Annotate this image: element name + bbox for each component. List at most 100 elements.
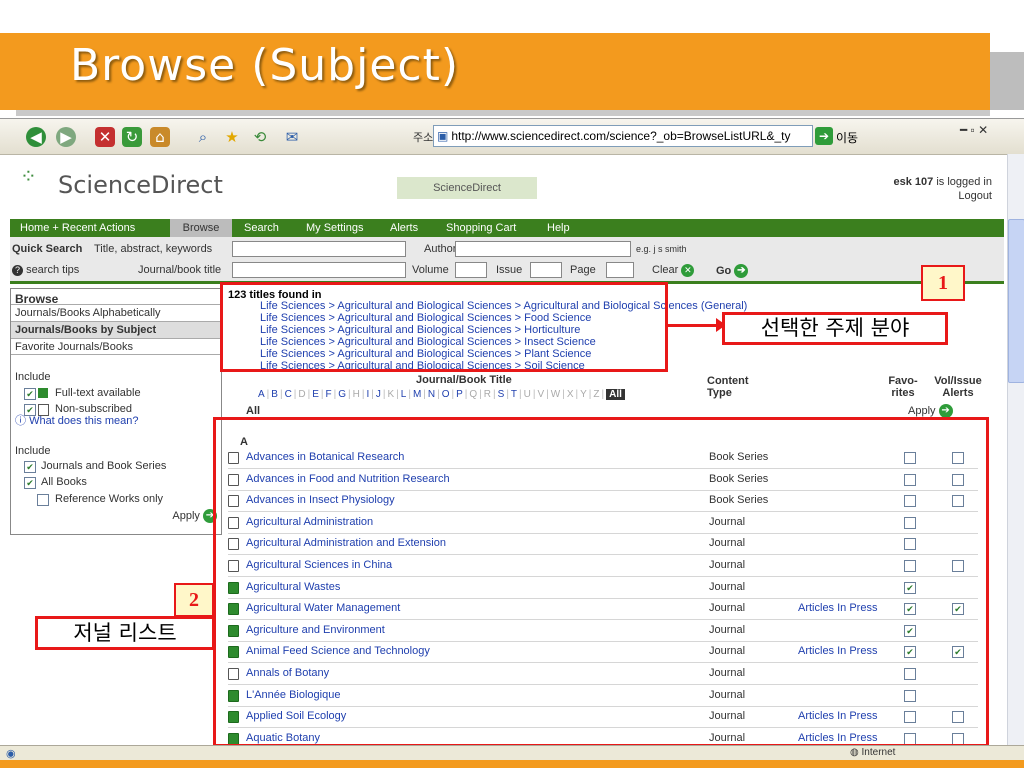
home-icon[interactable]: ⌂ [150,127,170,147]
page-status-icon: ◉ [6,748,16,760]
reference-works-checkbox[interactable] [37,494,49,506]
browser-status-bar: ◉ ◍ Internet [0,745,1024,761]
window-controls[interactable]: ━ ▫ ✕ [960,123,988,137]
browser-toolbar: ◀ ▶ ✕ ↻ ⌂ ⌕ ★ ⟲ ✉ 주소(D) ▣ http://www.scie… [0,119,1024,155]
forward-icon[interactable]: ▶ [56,127,76,147]
scrollbar-thumb[interactable] [1008,219,1024,383]
fulltext-checkbox[interactable]: ✔ [24,388,36,400]
refresh-icon[interactable]: ↻ [122,127,142,147]
all-label: All [246,405,261,417]
issue-input[interactable] [530,262,562,278]
apply-text[interactable]: Apply [172,510,200,522]
quick-search-label: Quick Search [12,243,83,255]
letter-link[interactable]: U [524,389,531,400]
letter-link[interactable]: T [511,389,517,400]
annotation-number-2: 2 [174,583,214,617]
what-does-this-mean-link[interactable]: ⓘ What does this mean? [11,413,221,430]
letter-link[interactable]: E [312,389,319,400]
address-bar[interactable]: ▣ http://www.sciencedirect.com/science?_o… [433,125,813,147]
page-icon: ▣ [437,129,449,143]
annotation-number-1: 1 [921,265,965,301]
list-apply-text[interactable]: Apply [908,405,936,417]
history-icon[interactable]: ⟲ [250,127,270,147]
go-text[interactable]: Go [716,265,731,277]
letter-link[interactable]: W [551,389,560,400]
author-input[interactable] [455,241,631,257]
page-input[interactable] [606,262,634,278]
clear-button[interactable]: Clear ✕ [652,264,695,277]
letter-link[interactable]: Y [580,389,587,400]
nav-home[interactable]: Home + Recent Actions [20,222,135,234]
journals-series-checkbox[interactable]: ✔ [24,461,36,473]
help-icon: ? [12,265,23,276]
letter-link[interactable]: V [537,389,544,400]
nav-search[interactable]: Search [244,222,279,234]
mail-icon[interactable]: ✉ [282,127,302,147]
letter-link[interactable]: K [387,389,394,400]
clear-label[interactable]: Clear [652,264,678,276]
letter-link[interactable]: I [366,389,369,400]
user-name: esk 107 [893,176,934,188]
search-tips-text[interactable]: search tips [26,264,79,276]
journal-title-input[interactable] [232,262,406,278]
column-header-content-type: Content Type [707,375,749,399]
nav-alerts[interactable]: Alerts [390,222,418,234]
letter-link[interactable]: M [413,389,421,400]
nav-browse[interactable]: Browse [170,219,232,237]
letter-link[interactable]: Z [593,389,599,400]
all-books-checkbox[interactable]: ✔ [24,477,36,489]
list-apply-arrow-icon[interactable]: ➔ [938,404,953,418]
letter-link[interactable]: J [376,389,381,400]
search-icon[interactable]: ⌕ [193,127,213,147]
slide-bottom-strip [0,760,1024,768]
address-url[interactable]: http://www.sciencedirect.com/science?_ob… [451,129,790,143]
list-apply-button[interactable]: Apply ➔ [908,404,953,418]
letter-link[interactable]: R [484,389,491,400]
page-label: Page [570,264,596,276]
letter-link[interactable]: B [271,389,278,400]
letter-link[interactable]: L [401,389,407,400]
nav-my-settings[interactable]: My Settings [306,222,363,234]
letter-link[interactable]: N [428,389,435,400]
search-tips-link[interactable]: ? search tips [12,264,79,276]
letter-link[interactable]: G [338,389,346,400]
stop-icon[interactable]: ✕ [95,127,115,147]
all-books-label: All Books [41,476,87,488]
back-icon[interactable]: ◀ [26,127,46,147]
letter-link[interactable]: S [498,389,505,400]
letter-link[interactable]: A [258,389,265,400]
letter-link[interactable]: D [298,389,305,400]
letter-link[interactable]: All [606,389,625,400]
letter-link[interactable]: C [285,389,292,400]
sidebar-apply-button[interactable]: Apply ➔ [11,508,221,525]
sidebar-item-favorites[interactable]: Favorite Journals/Books [11,338,221,355]
go-arrow-icon[interactable]: ➔ [815,127,833,145]
help-icon: ⓘ [15,415,26,427]
what-mean-text[interactable]: What does this mean? [29,415,138,427]
browse-sidebar: Browse Journals/Books Alphabetically Jou… [10,288,222,535]
column-header-title[interactable]: Journal/Book Title [416,374,512,386]
letter-index: A | B | C | D | E | F | G | H | I | J | K | L | M | N | O | P | Q | R | S | T |… [256,389,627,400]
sciencedirect-logo[interactable]: ScienceDirect [58,171,223,199]
letter-link[interactable]: H [353,389,360,400]
letter-link[interactable]: P [456,389,463,400]
go-arrow-circle-icon[interactable]: ➔ [734,264,749,278]
volume-input[interactable] [455,262,487,278]
author-example: e.g. j s smith [636,244,687,254]
letter-link[interactable]: X [567,389,574,400]
sidebar-item-alphabetically[interactable]: Journals/Books Alphabetically [11,304,221,321]
logout-link[interactable]: Logout [958,190,992,202]
nav-shopping-cart[interactable]: Shopping Cart [446,222,516,234]
quick-search-go-button[interactable]: Go ➔ [716,264,749,278]
reference-works-label: Reference Works only [55,493,164,505]
nav-help[interactable]: Help [547,222,570,234]
letter-link[interactable]: F [326,389,332,400]
sidebar-item-by-subject[interactable]: Journals/Books by Subject [11,321,221,338]
title-abstract-input[interactable] [232,241,406,257]
letter-link[interactable]: Q [469,389,477,400]
clear-icon[interactable]: ✕ [681,264,695,277]
main-nav: Home + Recent Actions Browse Search My S… [10,219,1004,237]
letter-link[interactable]: O [442,389,450,400]
go-label[interactable]: 이동 [836,129,858,146]
favorites-star-icon[interactable]: ★ [222,127,242,147]
